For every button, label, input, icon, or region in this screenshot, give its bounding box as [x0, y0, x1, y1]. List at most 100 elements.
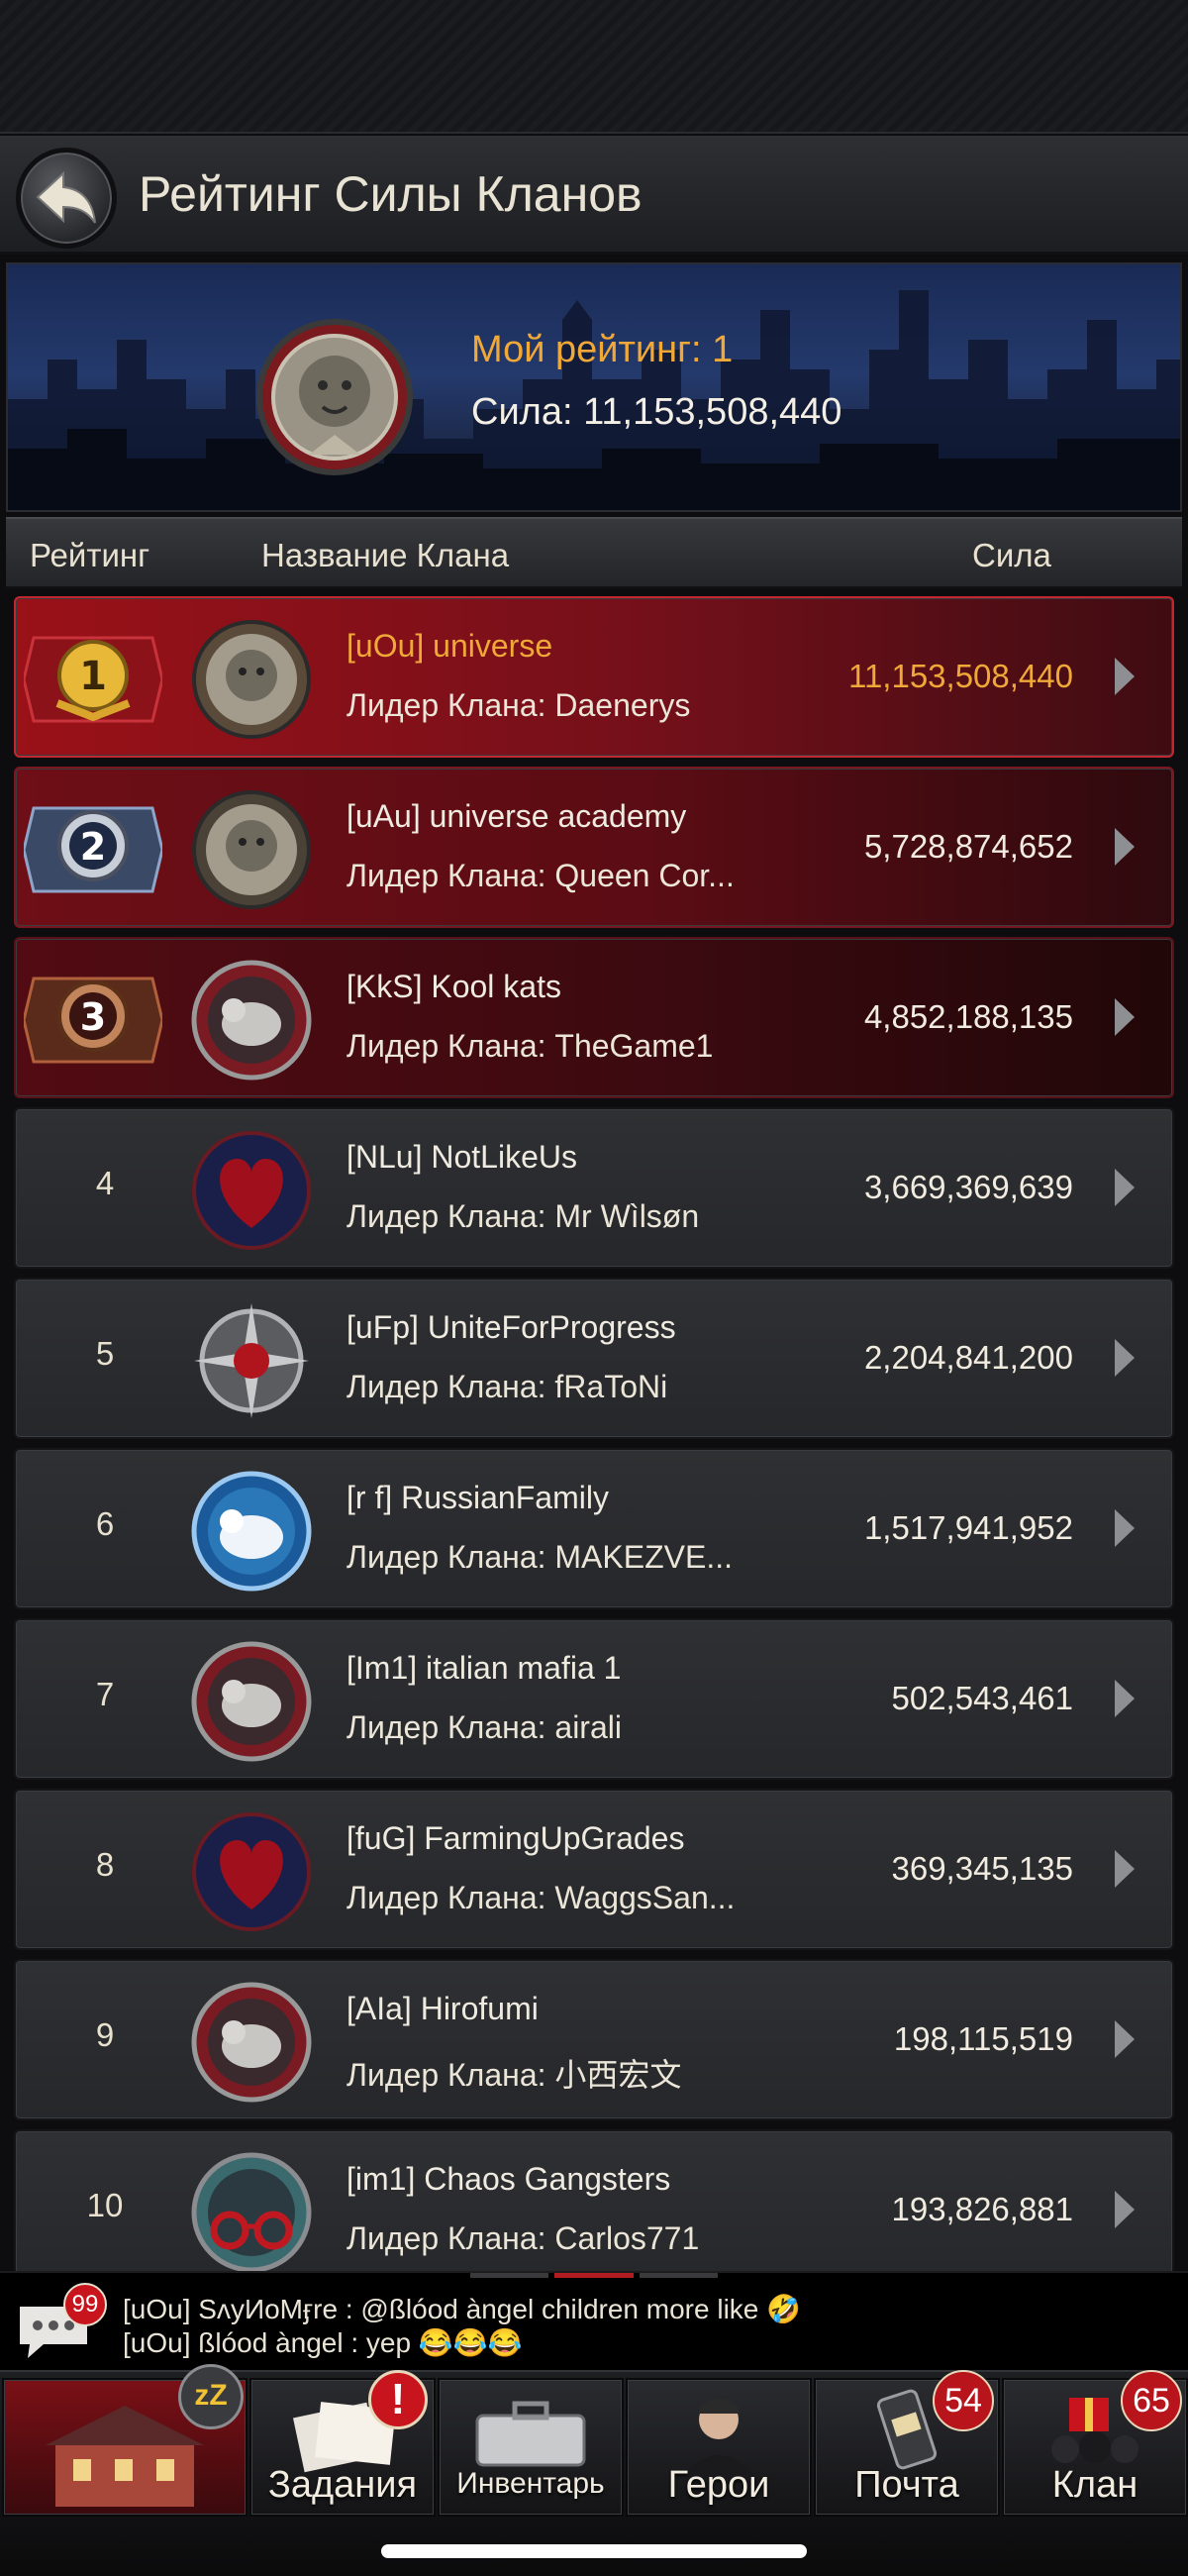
clan-ranking-list[interactable]: 1 1 [uOu] universe Лидер Клана: Daenerys… — [0, 592, 1188, 2271]
chat-message: [uOu] SʌуИоМӻre : @ßlóod àngel children … — [123, 2294, 802, 2324]
clan-power: 5,728,874,652 — [863, 828, 1073, 865]
rank-number: 7 — [95, 1676, 115, 1712]
bear-emblem-icon — [191, 1982, 312, 2103]
clan-name: [uOu] universe — [346, 628, 553, 664]
nav-tasks-label: Задания — [267, 2464, 418, 2506]
clan-name: [uFp] UniteForProgress — [346, 1309, 676, 1345]
chevron-right-icon — [1115, 1339, 1135, 1377]
chat-strip[interactable]: 99 [uOu] SʌуИоМӻre : @ßlóod àngel childr… — [0, 2271, 1188, 2370]
nav-heroes-button[interactable]: Герои — [626, 2378, 812, 2517]
clan-power: 1,517,941,952 — [863, 1509, 1073, 1546]
chevron-right-icon — [1115, 1169, 1135, 1206]
chevron-right-icon — [1115, 828, 1135, 866]
home-indicator[interactable] — [381, 2544, 807, 2558]
heart-emblem-icon — [192, 1131, 311, 1250]
rose-cross-emblem-icon — [194, 1303, 309, 1418]
clan-leader: Лидер Клана: WaggsSan... — [346, 1880, 736, 1915]
clan-leader: Лидер Клана: TheGame1 — [346, 1028, 714, 1064]
chat-unread-badge: 99 — [63, 2283, 107, 2326]
clan-leader: Лидер Клана: Carlos771 — [346, 2220, 700, 2256]
column-headers: Рейтинг Название Клана Сила — [6, 517, 1182, 588]
bronze-rank-badge-icon: 3 — [24, 977, 162, 1064]
clan-row[interactable]: 1 1 [uOu] universe Лидер Клана: Daenerys… — [14, 596, 1174, 758]
header: Рейтинг Силы Кланов — [0, 136, 1188, 255]
column-header-name: Название Клана — [261, 537, 510, 573]
clan-leader: Лидер Клана: MAKEZVE... — [346, 1539, 733, 1575]
clan-name: [NLu] NotLikeUs — [346, 1139, 577, 1175]
column-header-power: Сила — [972, 537, 1051, 573]
chevron-right-icon — [1115, 1509, 1135, 1547]
chevron-right-icon — [1115, 1850, 1135, 1888]
clan-name: [r f] RussianFamily — [346, 1480, 609, 1515]
hero-portrait-icon — [683, 2399, 754, 2475]
handcuffs-emblem-icon — [191, 2152, 312, 2271]
clan-row[interactable]: 9 [AIa] Hirofumi Лидер Клана: 小西宏文 198,1… — [14, 1959, 1174, 2120]
nav-mail-label: Почта — [854, 2464, 959, 2506]
clan-name: [Im1] italian mafia 1 — [346, 1650, 622, 1686]
clan-power: 3,669,369,639 — [863, 1169, 1073, 1205]
rank-number: 4 — [95, 1165, 115, 1201]
clan-power: 198,115,519 — [893, 2020, 1073, 2057]
my-power-text: Сила: 11,153,508,440 — [471, 391, 842, 433]
back-button[interactable] — [16, 148, 117, 249]
nav-inventory-button[interactable]: Инвентарь — [438, 2378, 624, 2517]
nav-mail-button[interactable]: 54 Почта — [814, 2370, 1000, 2517]
idle-zz-badge: zZ — [178, 2364, 244, 2429]
rank-number: 10 — [86, 2187, 124, 2223]
rank-number: 9 — [95, 2016, 115, 2053]
lion-emblem-icon — [192, 790, 311, 909]
clan-power: 11,153,508,440 — [848, 658, 1073, 694]
chevron-right-icon — [1115, 2191, 1135, 2228]
my-rank-banner: Мой рейтинг: 1 Сила: 11,153,508,440 — [6, 262, 1182, 512]
clan-leader: Лидер Клана: Daenerys — [346, 687, 691, 723]
clan-row[interactable]: 7 [Im1] italian mafia 1 Лидер Клана: air… — [14, 1618, 1174, 1780]
clan-row[interactable]: 4 [NLu] NotLikeUs Лидер Клана: Mr Wìlsøn… — [14, 1107, 1174, 1269]
status-area — [0, 0, 1188, 134]
nav-heroes-label: Герои — [667, 2464, 770, 2506]
clan-power: 369,345,135 — [891, 1850, 1073, 1887]
clan-row[interactable]: 8 [fuG] FarmingUpGrades Лидер Клана: Wag… — [14, 1789, 1174, 1950]
chevron-right-icon — [1115, 1680, 1135, 1717]
nav-inventory-label: Инвентарь — [456, 2467, 605, 2500]
chevron-right-icon — [1115, 658, 1135, 695]
chat-page-indicator — [470, 2273, 718, 2278]
my-clan-emblem-icon — [256, 319, 413, 475]
nav-tasks-button[interactable]: ! Задания — [249, 2370, 436, 2517]
clan-name: [AIa] Hirofumi — [346, 1991, 539, 2026]
page-title: Рейтинг Силы Кланов — [139, 166, 643, 222]
clan-leader: Лидер Клана: 小西宏文 — [346, 2057, 682, 2093]
clan-name: [fuG] FarmingUpGrades — [346, 1820, 685, 1856]
clan-row[interactable]: 5 [uFp] UniteForProgress Лидер Клана: fR… — [14, 1278, 1174, 1439]
clan-leader: Лидер Клана: Mr Wìlsøn — [346, 1198, 700, 1234]
silver-rank-badge-icon: 2 — [24, 806, 162, 893]
clan-row[interactable]: 10 [im1] Chaos Gangsters Лидер Клана: Ca… — [14, 2129, 1174, 2271]
clan-row[interactable]: 6 [r f] RussianFamily Лидер Клана: MAKEZ… — [14, 1448, 1174, 1609]
nav-clan-button[interactable]: 65 Клан — [1002, 2370, 1188, 2517]
column-header-rank: Рейтинг — [30, 537, 150, 573]
clan-count-badge: 65 — [1121, 2370, 1182, 2431]
clan-row[interactable]: 2 2 [uAu] universe academy Лидер Клана: … — [14, 767, 1174, 928]
svg-text:1: 1 — [79, 654, 107, 699]
ice-bear-emblem-icon — [191, 1471, 312, 1592]
briefcase-icon — [475, 2401, 586, 2467]
back-arrow-icon — [36, 170, 96, 224]
bottom-navigation: zZ ! Задания Инвентарь Герои 54 Почта 65… — [0, 2364, 1188, 2576]
chevron-right-icon — [1115, 998, 1135, 1036]
clan-name: [KkS] Kool kats — [346, 969, 561, 1004]
city-skyline-image — [8, 290, 1180, 510]
svg-text:3: 3 — [80, 995, 106, 1039]
clan-row[interactable]: 3 3 [KkS] Kool kats Лидер Клана: TheGame… — [14, 937, 1174, 1098]
rank-number: 8 — [95, 1846, 115, 1883]
tasks-alert-badge: ! — [368, 2370, 428, 2429]
clan-name: [im1] Chaos Gangsters — [346, 2161, 671, 2197]
clan-power: 193,826,881 — [891, 2191, 1073, 2227]
nav-clan-label: Клан — [1051, 2464, 1138, 2506]
gold-rank-badge-icon: 1 — [24, 636, 162, 723]
clan-leader: Лидер Клана: fRaToNi — [346, 1369, 668, 1404]
svg-text:2: 2 — [80, 825, 106, 869]
rank-number: 6 — [95, 1505, 115, 1542]
bear-emblem-icon — [191, 960, 312, 1081]
rank-number: 5 — [95, 1335, 115, 1372]
lion-emblem-icon — [192, 620, 311, 739]
nav-home-button[interactable]: zZ — [2, 2364, 248, 2517]
